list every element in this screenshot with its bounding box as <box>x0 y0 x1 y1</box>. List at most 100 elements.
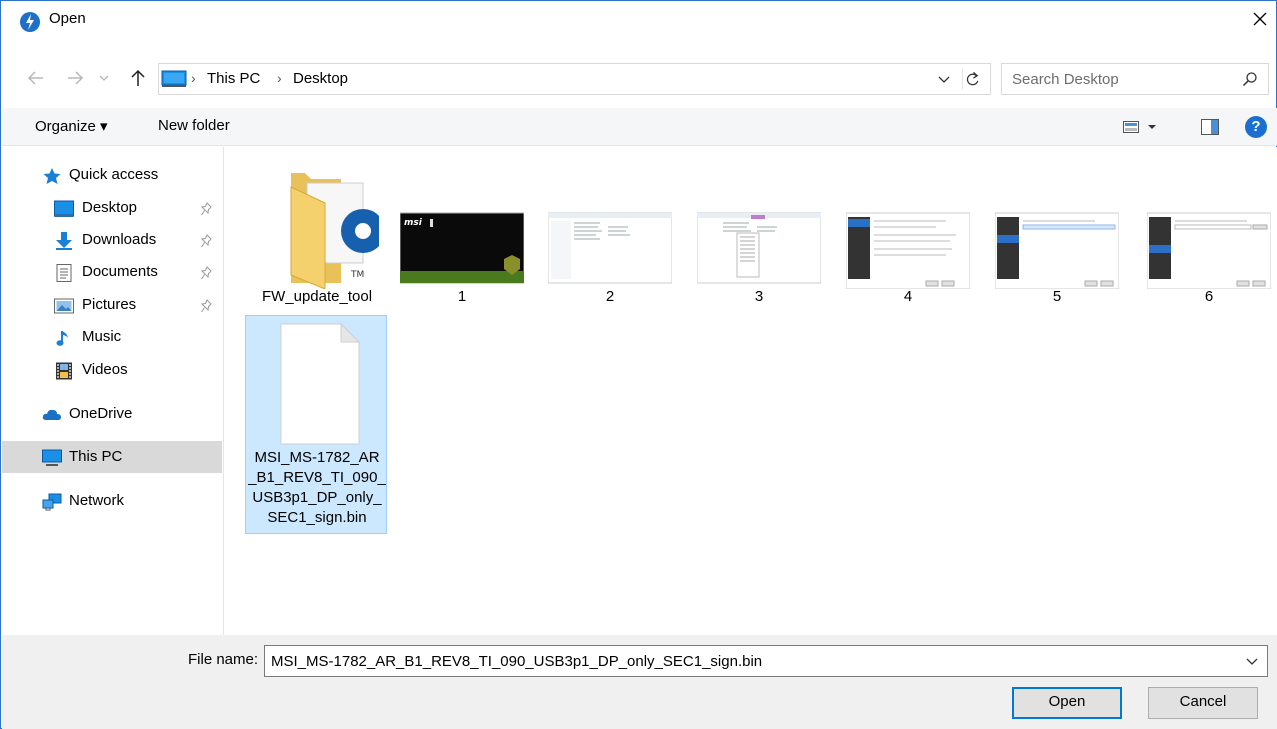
folder-item[interactable]: TM FW_update_tool <box>246 159 388 315</box>
nav-label: Music <box>82 328 122 345</box>
nav-label: Documents <box>82 263 158 280</box>
file-name-input[interactable] <box>269 651 1229 671</box>
close-button[interactable] <box>1240 1 1276 37</box>
desktop-icon <box>54 200 74 217</box>
forward-arrow-icon[interactable] <box>64 67 86 89</box>
generic-file-icon <box>280 322 361 445</box>
file-name: 1 <box>457 288 467 305</box>
file-name-line: USB3p1_DP_only_ <box>252 489 382 506</box>
recent-dropdown-icon[interactable] <box>97 67 111 89</box>
navigation-row: › This PC › Desktop <box>1 59 1276 99</box>
pictures-icon <box>54 298 74 314</box>
breadcrumb-desktop[interactable]: Desktop <box>293 70 348 87</box>
image-item[interactable]: 4 <box>837 159 979 315</box>
nav-label: This PC <box>69 448 123 465</box>
star-icon <box>43 168 61 184</box>
svg-text:TM: TM <box>350 270 364 280</box>
refresh-icon[interactable] <box>962 69 982 89</box>
nav-item-videos[interactable]: Videos <box>2 354 222 386</box>
nav-item-desktop[interactable]: Desktop <box>2 192 222 224</box>
file-list: TM FW_update_tool msi 1 2 3 4 5 6 MSI_MS… <box>225 147 1277 635</box>
download-arrow-icon <box>56 232 72 250</box>
image-thumbnail-icon <box>1147 212 1271 289</box>
file-name-label: File name: <box>188 651 258 668</box>
file-name: 4 <box>903 288 913 305</box>
open-dialog: Open › This PC › Desktop Search Desktop … <box>0 0 1277 729</box>
film-icon <box>56 362 72 380</box>
up-arrow-icon[interactable] <box>127 67 149 89</box>
help-icon[interactable]: ? <box>1245 116 1267 138</box>
nav-label: Pictures <box>82 296 137 313</box>
image-thumbnail-icon <box>697 212 821 284</box>
file-name: 3 <box>754 288 764 305</box>
nav-label: Desktop <box>82 199 138 216</box>
image-thumbnail-icon <box>548 212 672 284</box>
view-dropdown-icon[interactable] <box>1147 123 1157 131</box>
image-item[interactable]: 5 <box>986 159 1128 315</box>
file-name: 6 <box>1204 288 1214 305</box>
breadcrumb-this-pc[interactable]: This PC <box>207 70 260 87</box>
pin-icon[interactable] <box>201 202 213 216</box>
computer-icon <box>42 449 62 466</box>
open-button[interactable]: Open <box>1012 687 1122 719</box>
pin-icon[interactable] <box>201 234 213 248</box>
nav-label: Network <box>69 492 125 509</box>
search-icon[interactable] <box>1242 71 1258 87</box>
chevron-down-icon[interactable] <box>1245 654 1259 668</box>
cloud-icon <box>42 409 61 420</box>
nav-item-this-pc[interactable]: This PC <box>2 441 222 473</box>
back-arrow-icon[interactable] <box>25 67 47 89</box>
file-name-panel: File name: Open Cancel <box>2 635 1277 729</box>
breadcrumb-separator: › <box>191 70 196 86</box>
address-bar[interactable]: › This PC › Desktop <box>158 63 991 95</box>
nav-label: OneDrive <box>69 405 133 422</box>
image-thumbnail-icon: msi <box>400 212 524 284</box>
selected-file-item[interactable]: MSI_MS-1782_AR _B1_REV8_TI_090_ USB3p1_D… <box>245 315 387 534</box>
file-name-line: SEC1_sign.bin <box>267 509 367 526</box>
nav-item-music[interactable]: Music <box>2 321 222 353</box>
pin-icon[interactable] <box>201 299 213 313</box>
window-title: Open <box>49 10 86 27</box>
music-note-icon <box>56 331 68 346</box>
nav-item-documents[interactable]: Documents <box>2 256 222 288</box>
folder-icon: TM <box>290 173 379 289</box>
image-item[interactable]: 3 <box>688 159 830 315</box>
document-icon <box>56 264 72 282</box>
file-name: 5 <box>1052 288 1062 305</box>
image-thumbnail-icon <box>846 212 970 289</box>
nav-item-network[interactable]: Network <box>2 485 222 517</box>
image-thumbnail-icon <box>995 212 1119 289</box>
search-box[interactable] <box>1001 63 1269 95</box>
this-pc-icon <box>161 70 187 87</box>
image-item[interactable]: msi 1 <box>391 159 533 315</box>
change-view-icon[interactable] <box>1123 121 1139 133</box>
image-item[interactable]: 6 <box>1138 159 1277 315</box>
navigation-pane: Quick access Desktop Downloads Documents… <box>2 147 224 635</box>
app-icon <box>20 12 40 32</box>
close-icon <box>1253 12 1267 26</box>
pin-icon[interactable] <box>201 266 213 280</box>
file-name: FW_update_tool <box>261 288 373 305</box>
image-item[interactable]: 2 <box>539 159 681 315</box>
nav-item-quick-access[interactable]: Quick access <box>2 159 222 191</box>
cancel-button[interactable]: Cancel <box>1148 687 1258 719</box>
file-name-combobox[interactable] <box>264 645 1268 677</box>
file-name-line: _B1_REV8_TI_090_ <box>248 469 386 486</box>
new-folder-button[interactable]: New folder <box>158 117 230 134</box>
search-input[interactable] <box>1010 68 1230 90</box>
nav-item-downloads[interactable]: Downloads <box>2 224 222 256</box>
file-name-line: MSI_MS-1782_AR <box>254 449 380 466</box>
preview-pane-icon[interactable] <box>1201 119 1219 135</box>
file-name: 2 <box>605 288 615 305</box>
nav-label: Downloads <box>82 231 157 248</box>
address-dropdown-icon[interactable] <box>936 70 952 88</box>
organize-button[interactable]: Organize ▾ <box>35 117 108 135</box>
title-bar: Open <box>1 1 1276 39</box>
breadcrumb-separator: › <box>277 70 282 86</box>
svg-text:msi: msi <box>404 218 423 228</box>
nav-item-onedrive[interactable]: OneDrive <box>2 398 222 430</box>
file-name-label-text: File name: <box>188 651 259 668</box>
nav-label: Videos <box>82 361 128 378</box>
nav-item-pictures[interactable]: Pictures <box>2 289 222 321</box>
network-icon <box>42 493 62 511</box>
